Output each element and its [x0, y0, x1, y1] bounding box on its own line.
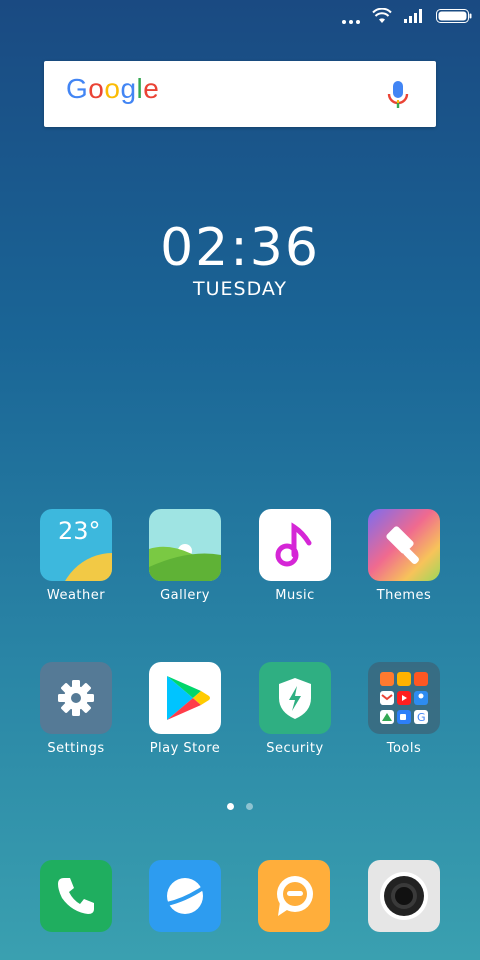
app-label: Settings [47, 741, 105, 756]
mic-icon[interactable] [386, 79, 410, 111]
message-icon [277, 876, 313, 916]
app-label: Gallery [160, 588, 210, 603]
app-themes[interactable]: Themes [349, 509, 459, 603]
themes-icon [368, 509, 440, 581]
google-logo-letter: o [104, 73, 121, 104]
wifi-icon [372, 8, 392, 23]
status-icons [342, 8, 472, 24]
weather-temp: 23° [58, 517, 101, 545]
app-label: Play Store [149, 741, 221, 756]
browser-icon [166, 878, 205, 914]
svg-text:G: G [417, 711, 426, 724]
app-tools-folder[interactable]: G Tools [349, 662, 459, 756]
dock-browser[interactable] [149, 860, 221, 932]
battery-icon [436, 9, 472, 23]
app-label: Themes [376, 588, 432, 603]
app-play-store[interactable]: Play Store [130, 662, 240, 756]
security-shield-icon [259, 662, 331, 734]
clock-time: 02:36 [160, 218, 320, 278]
dock-phone[interactable] [40, 860, 112, 932]
tools-folder-icon: G [368, 662, 440, 734]
app-music[interactable]: Music [240, 509, 350, 603]
signal-icon [404, 9, 422, 23]
app-gallery[interactable]: Gallery [130, 509, 240, 603]
gallery-icon [149, 509, 221, 581]
google-logo-letter: e [143, 73, 160, 104]
google-logo-letter: o [88, 73, 105, 104]
music-icon [259, 509, 331, 581]
dock-messaging[interactable] [258, 860, 330, 932]
app-security[interactable]: Security [240, 662, 350, 756]
gear-icon [40, 662, 112, 734]
page-dot[interactable] [246, 803, 253, 810]
app-label: Security [266, 741, 324, 756]
page-indicator [0, 803, 480, 810]
phone-icon [58, 878, 94, 914]
play-store-icon [149, 662, 221, 734]
app-label: Tools [386, 741, 422, 756]
app-weather[interactable]: 23° Weather [21, 509, 131, 603]
google-logo: Google [66, 73, 159, 105]
dock-camera[interactable] [368, 860, 440, 932]
app-settings[interactable]: Settings [21, 662, 131, 756]
page-dot-active[interactable] [227, 803, 234, 810]
status-bar [0, 0, 480, 34]
more-dots-icon [342, 8, 360, 24]
app-label: Music [275, 588, 315, 603]
google-logo-letter: g [120, 73, 137, 104]
camera-icon [380, 872, 428, 920]
app-label: Weather [46, 588, 106, 603]
clock-widget[interactable]: 02:36 TUESDAY [0, 220, 480, 300]
google-search-bar[interactable]: Google [44, 61, 436, 127]
weather-icon: 23° [40, 509, 112, 581]
google-logo-letter: G [66, 73, 89, 104]
clock-day: TUESDAY [192, 278, 287, 300]
